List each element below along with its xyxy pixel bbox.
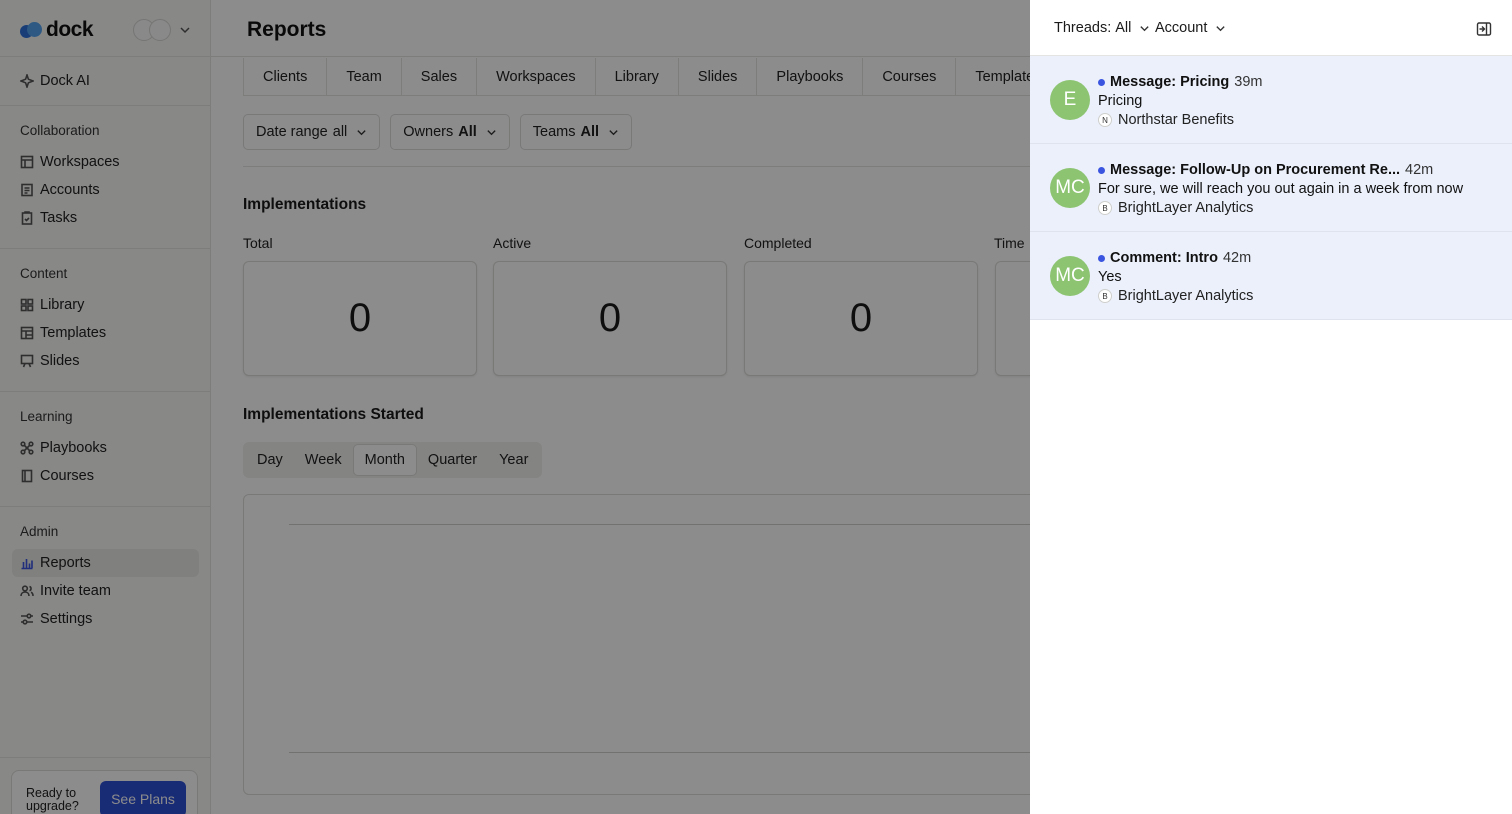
thread-body: For sure, we will reach you out again in… [1098,181,1464,197]
thread-title: Message: Pricing 39m [1098,74,1262,90]
threads-filter-value: All [1115,20,1132,36]
thread-account[interactable]: B BrightLayer Analytics [1098,200,1253,216]
thread-time: 42m [1405,162,1434,178]
account-name: Northstar Benefits [1118,112,1235,128]
thread-account[interactable]: N Northstar Benefits [1098,112,1234,128]
thread-body: Pricing [1098,93,1143,109]
panel-header: Threads: All Account [1030,0,1512,56]
account-name: BrightLayer Analytics [1118,200,1254,216]
avatar: MC [1050,256,1090,296]
unread-dot-icon [1098,78,1105,86]
avatar: E [1050,80,1090,120]
thread-title: Comment: Intro 42m [1098,250,1251,266]
collapse-panel-icon[interactable] [1476,21,1492,37]
account-avatar: N [1098,113,1112,127]
account-filter-label: Account [1155,20,1208,36]
account-name: BrightLayer Analytics [1118,288,1254,304]
unread-dot-icon [1098,254,1105,262]
modal-backdrop[interactable] [0,0,1030,814]
thread-time: 39m [1234,74,1263,90]
thread-time: 42m [1222,250,1252,266]
threads-panel: Threads: All Account E Message: Pricing … [1030,0,1512,814]
unread-dot-icon [1098,166,1105,174]
account-avatar: B [1098,201,1112,215]
thread-item[interactable]: MC Message: Follow-Up on Procurement Re.… [1030,144,1512,232]
thread-type: Comment: Intro [1110,250,1218,266]
threads-filter-label: Threads: [1054,20,1112,36]
avatar: MC [1050,168,1090,208]
thread-account[interactable]: B BrightLayer Analytics [1098,288,1253,304]
thread-item[interactable]: E Message: Pricing 39m Pricing N Northst… [1030,56,1512,144]
thread-title: Message: Follow-Up on Procurement Re... … [1098,162,1433,178]
thread-body: Yes [1098,269,1122,285]
account-avatar: B [1098,289,1112,303]
thread-item[interactable]: MC Comment: Intro 42m Yes B BrightLayer … [1030,232,1512,320]
chevron-down-icon [1140,25,1150,31]
thread-type: Message: Follow-Up on Procurement Re... [1110,162,1401,178]
threads-filter[interactable]: Threads: All [1054,20,1150,36]
account-filter[interactable]: Account [1155,20,1226,36]
chevron-down-icon [1216,25,1226,31]
thread-type: Message: Pricing [1110,74,1230,90]
